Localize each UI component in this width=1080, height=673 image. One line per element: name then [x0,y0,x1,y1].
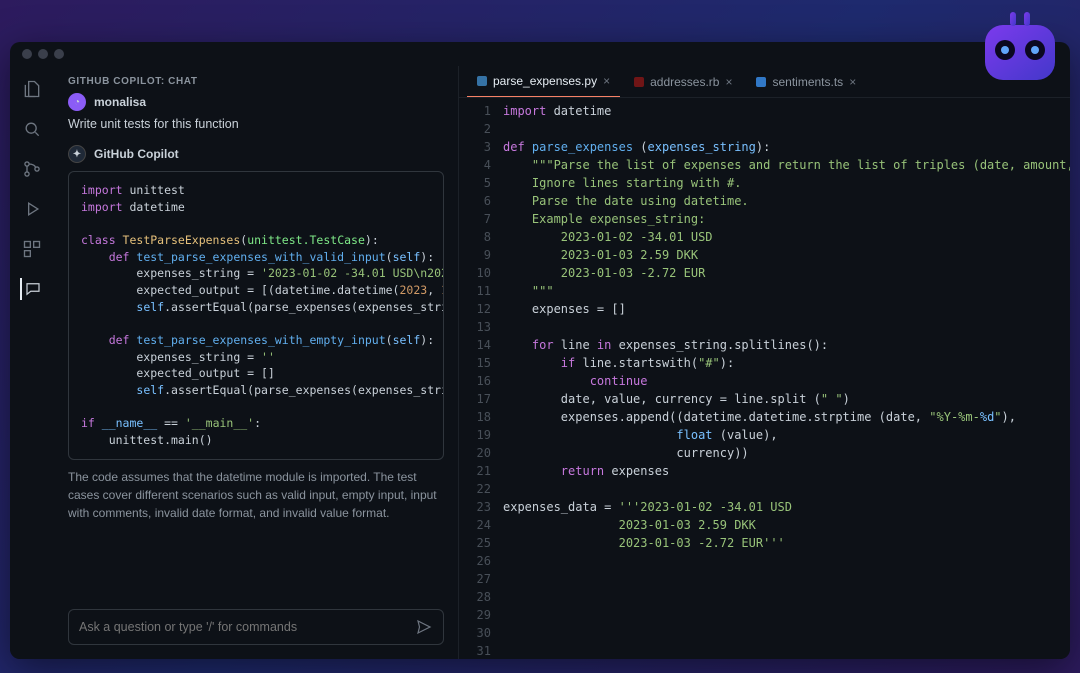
assistant-code-block[interactable]: import unittest import datetime class Te… [68,171,444,460]
debug-icon[interactable] [21,198,43,220]
assistant-explanation: The code assumes that the datetime modul… [68,468,444,522]
copilot-mascot-icon [970,0,1070,100]
close-icon[interactable]: × [603,74,610,88]
window-close-dot[interactable] [22,49,32,59]
user-avatar-icon: ◔ [68,93,86,111]
chat-icon[interactable] [20,278,42,300]
tab-parse-expenses[interactable]: parse_expenses.py × [467,66,620,97]
chat-user-message: ◔ monalisa Write unit tests for this fun… [68,93,444,131]
extensions-icon[interactable] [21,238,43,260]
ts-icon [756,77,766,87]
code-content[interactable]: import datetime def parse_expenses (expe… [499,98,1070,659]
files-icon[interactable] [21,78,43,100]
chat-input-container [68,609,444,645]
line-gutter: 1 2 3 4 5 6 7 8 9 10 11 12 13 14 15 16 1… [459,98,499,659]
chat-input[interactable] [79,620,415,634]
activity-bar [10,66,54,659]
app-window: GITHUB COPILOT: CHAT ◔ monalisa Write un… [10,42,1070,659]
close-icon[interactable]: × [725,75,732,89]
send-icon[interactable] [415,618,433,636]
close-icon[interactable]: × [849,75,856,89]
chat-panel: GITHUB COPILOT: CHAT ◔ monalisa Write un… [54,66,459,659]
search-icon[interactable] [21,118,43,140]
editor-panel: parse_expenses.py × addresses.rb × senti… [459,66,1070,659]
tab-addresses[interactable]: addresses.rb × [624,66,742,97]
window-zoom-dot[interactable] [54,49,64,59]
chat-assistant-message: ✦ GitHub Copilot import unittest import … [68,145,444,522]
tab-label: sentiments.ts [772,75,843,89]
assistant-name: GitHub Copilot [94,147,179,161]
tab-label: addresses.rb [650,75,719,89]
window-minimize-dot[interactable] [38,49,48,59]
source-control-icon[interactable] [21,158,43,180]
python-icon [477,76,487,86]
user-name: monalisa [94,95,146,109]
copilot-avatar-icon: ✦ [68,145,86,163]
tab-label: parse_expenses.py [493,74,597,88]
code-editor[interactable]: 1 2 3 4 5 6 7 8 9 10 11 12 13 14 15 16 1… [459,98,1070,659]
user-message-text: Write unit tests for this function [68,117,444,131]
tab-sentiments[interactable]: sentiments.ts × [746,66,866,97]
ruby-icon [634,77,644,87]
chat-panel-title: GITHUB COPILOT: CHAT [54,66,458,93]
titlebar [10,42,1070,66]
